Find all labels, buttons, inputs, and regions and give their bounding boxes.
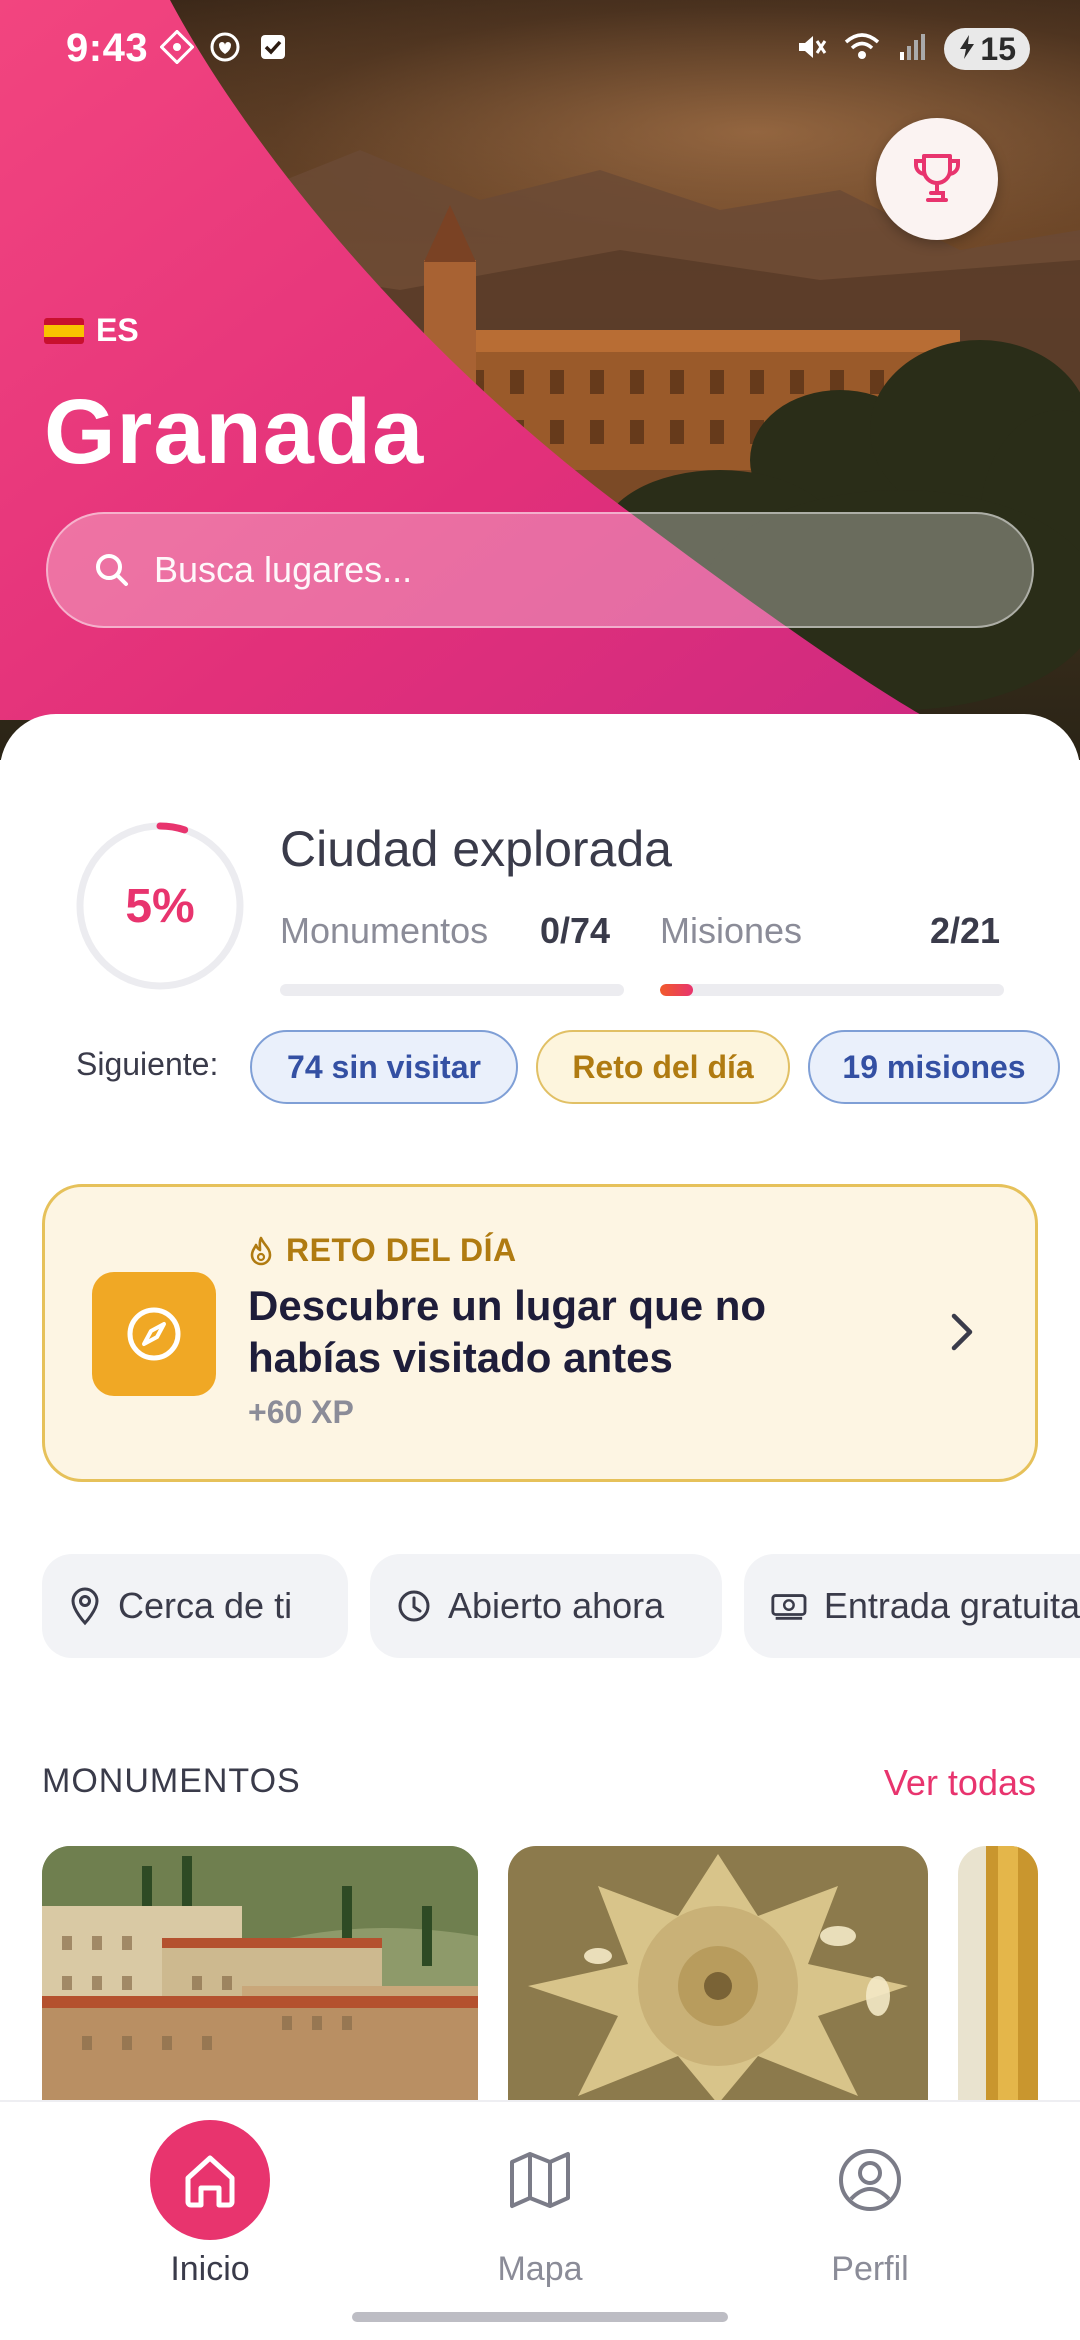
nav-home-icon-wrap bbox=[150, 2120, 270, 2240]
profile-icon bbox=[839, 2149, 901, 2211]
ticket-icon bbox=[771, 1594, 807, 1620]
map-icon bbox=[510, 2152, 570, 2208]
missions-label: Misiones bbox=[660, 910, 803, 951]
progress-title: Ciudad explorada bbox=[280, 821, 672, 877]
notification-icon bbox=[159, 29, 195, 65]
bottom-navigation: Inicio Mapa Perfil bbox=[0, 2100, 1080, 2340]
nav-map-icon-wrap bbox=[480, 2120, 600, 2240]
next-label: Siguiente: bbox=[76, 1046, 219, 1082]
chip-unvisited[interactable]: 74 sin visitar bbox=[250, 1030, 518, 1104]
nav-profile-icon-wrap bbox=[810, 2120, 930, 2240]
monument-card-1[interactable] bbox=[42, 1846, 478, 2104]
home-indicator[interactable] bbox=[352, 2312, 728, 2322]
search-bar[interactable]: Busca lugares... bbox=[46, 512, 1034, 628]
filter-nearby[interactable]: Cerca de ti bbox=[42, 1554, 348, 1658]
flame-icon bbox=[250, 1236, 272, 1265]
missions-count: 2/21 bbox=[930, 910, 1001, 951]
chip-daily-challenge[interactable]: Reto del día bbox=[536, 1030, 790, 1104]
battery-level: 15 bbox=[980, 30, 1016, 67]
status-time: 9:43 bbox=[66, 26, 149, 70]
home-icon bbox=[185, 2155, 235, 2208]
nav-map-label: Mapa bbox=[497, 2250, 583, 2288]
filter-open-now[interactable]: Abierto ahora bbox=[370, 1554, 722, 1658]
nav-profile-label: Perfil bbox=[831, 2250, 909, 2288]
monument-photo-3 bbox=[958, 1846, 1038, 2104]
spain-flag-icon bbox=[44, 317, 84, 344]
monument-card-2[interactable] bbox=[508, 1846, 928, 2104]
chevron-right-icon[interactable] bbox=[944, 1310, 980, 1354]
see-all-link[interactable]: Ver todas bbox=[884, 1762, 1036, 1804]
nav-home-label: Inicio bbox=[170, 2250, 250, 2288]
checkbox-icon bbox=[256, 30, 290, 64]
missions-progress-fill bbox=[660, 984, 693, 996]
health-icon bbox=[208, 30, 242, 64]
monument-card-3[interactable] bbox=[958, 1846, 1038, 2104]
filter-nearby-label: Cerca de ti bbox=[118, 1585, 293, 1626]
status-bar: 9:43 15 bbox=[0, 0, 1080, 100]
challenge-kicker-text: RETO DEL DÍA bbox=[286, 1232, 517, 1268]
country-indicator: ES bbox=[44, 312, 139, 349]
challenge-xp: +60 XP bbox=[248, 1394, 354, 1430]
monuments-section-title: MONUMENTOS bbox=[42, 1762, 301, 1800]
filter-free-entry[interactable]: Entrada gratuita bbox=[744, 1554, 1080, 1658]
missions-progress-bar bbox=[660, 984, 1004, 996]
search-placeholder[interactable]: Busca lugares... bbox=[154, 549, 412, 591]
clock-icon bbox=[398, 1590, 430, 1622]
progress-percent: 5% bbox=[125, 879, 195, 933]
filter-free-entry-label: Entrada gratuita bbox=[823, 1585, 1080, 1626]
country-code: ES bbox=[96, 312, 139, 348]
monument-photo-2 bbox=[508, 1846, 928, 2104]
signal-icon bbox=[896, 30, 930, 69]
search-icon bbox=[96, 554, 128, 586]
filter-open-now-label: Abierto ahora bbox=[448, 1585, 665, 1626]
monuments-label: Monumentos bbox=[280, 910, 489, 951]
nav-profile[interactable]: Perfil bbox=[760, 2102, 980, 2340]
achievements-button[interactable] bbox=[876, 118, 998, 240]
charging-icon bbox=[958, 31, 976, 68]
challenge-kicker: RETO DEL DÍA bbox=[248, 1232, 517, 1269]
city-title: Granada bbox=[44, 381, 425, 483]
monument-photo-1 bbox=[42, 1846, 478, 2104]
chip-missions[interactable]: 19 misiones bbox=[808, 1030, 1060, 1104]
location-pin-icon bbox=[71, 1587, 99, 1626]
monuments-progress-bar bbox=[280, 984, 624, 996]
challenge-title: Descubre un lugar que no habías visitado… bbox=[248, 1282, 767, 1381]
nav-home[interactable]: Inicio bbox=[100, 2102, 320, 2340]
hero-banner: 9:43 15 ES Granada Busca lugares... bbox=[0, 0, 1080, 760]
trophy-icon bbox=[914, 154, 960, 202]
monuments-count: 0/74 bbox=[540, 910, 611, 951]
battery-indicator: 15 bbox=[944, 28, 1030, 70]
mute-icon bbox=[794, 30, 828, 69]
wifi-icon bbox=[842, 30, 882, 69]
nav-map[interactable]: Mapa bbox=[430, 2102, 650, 2340]
compass-icon bbox=[92, 1272, 216, 1396]
